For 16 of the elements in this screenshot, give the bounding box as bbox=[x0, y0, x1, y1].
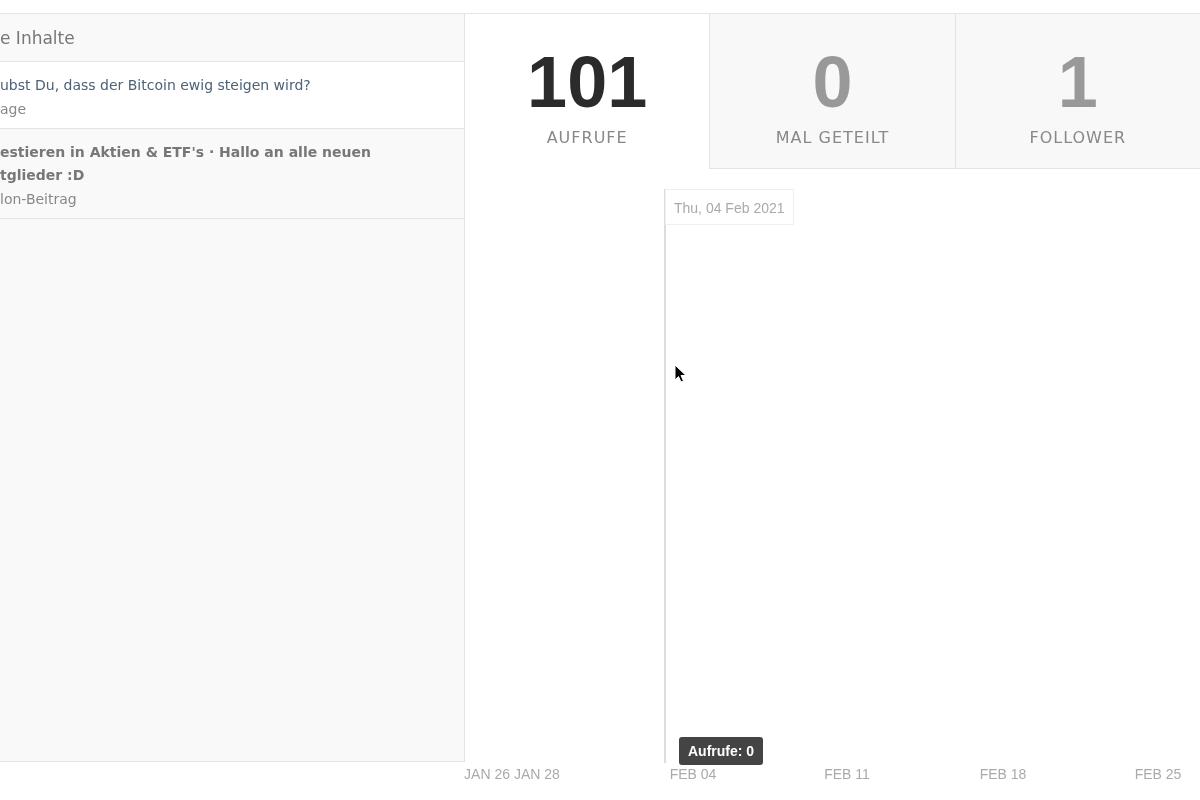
chart-tooltip: Aufrufe: 0 bbox=[679, 737, 764, 765]
axis-label: FEB 18 bbox=[979, 766, 1027, 782]
axis-label: FEB 11 bbox=[824, 766, 870, 782]
stat-tab[interactable]: 0 MAL GETEILT bbox=[709, 14, 955, 169]
item-type: age bbox=[0, 101, 28, 117]
axis-label: JAN 26 bbox=[464, 766, 510, 782]
content-item[interactable]: ubst Du, dass der Bitcoin ewig steigen wird? age bbox=[0, 62, 464, 129]
cursor-icon bbox=[674, 364, 687, 383]
date-label: Thu, 04 Feb 2021 bbox=[665, 189, 794, 225]
item-type: lon-Beitrag bbox=[0, 191, 78, 207]
item-title: estieren in Aktien & ETF's · Hallo an alle neuen tglieder :D bbox=[0, 143, 372, 185]
stat-tab[interactable]: 1 FOLLOWER bbox=[954, 14, 1200, 169]
axis-label: JAN 28 bbox=[514, 766, 560, 782]
axis-label: FEB 25 bbox=[1134, 766, 1182, 782]
item-title: ubst Du, dass der Bitcoin ewig steigen wird? bbox=[0, 76, 312, 95]
axis-label: FEB 04 bbox=[669, 766, 717, 782]
